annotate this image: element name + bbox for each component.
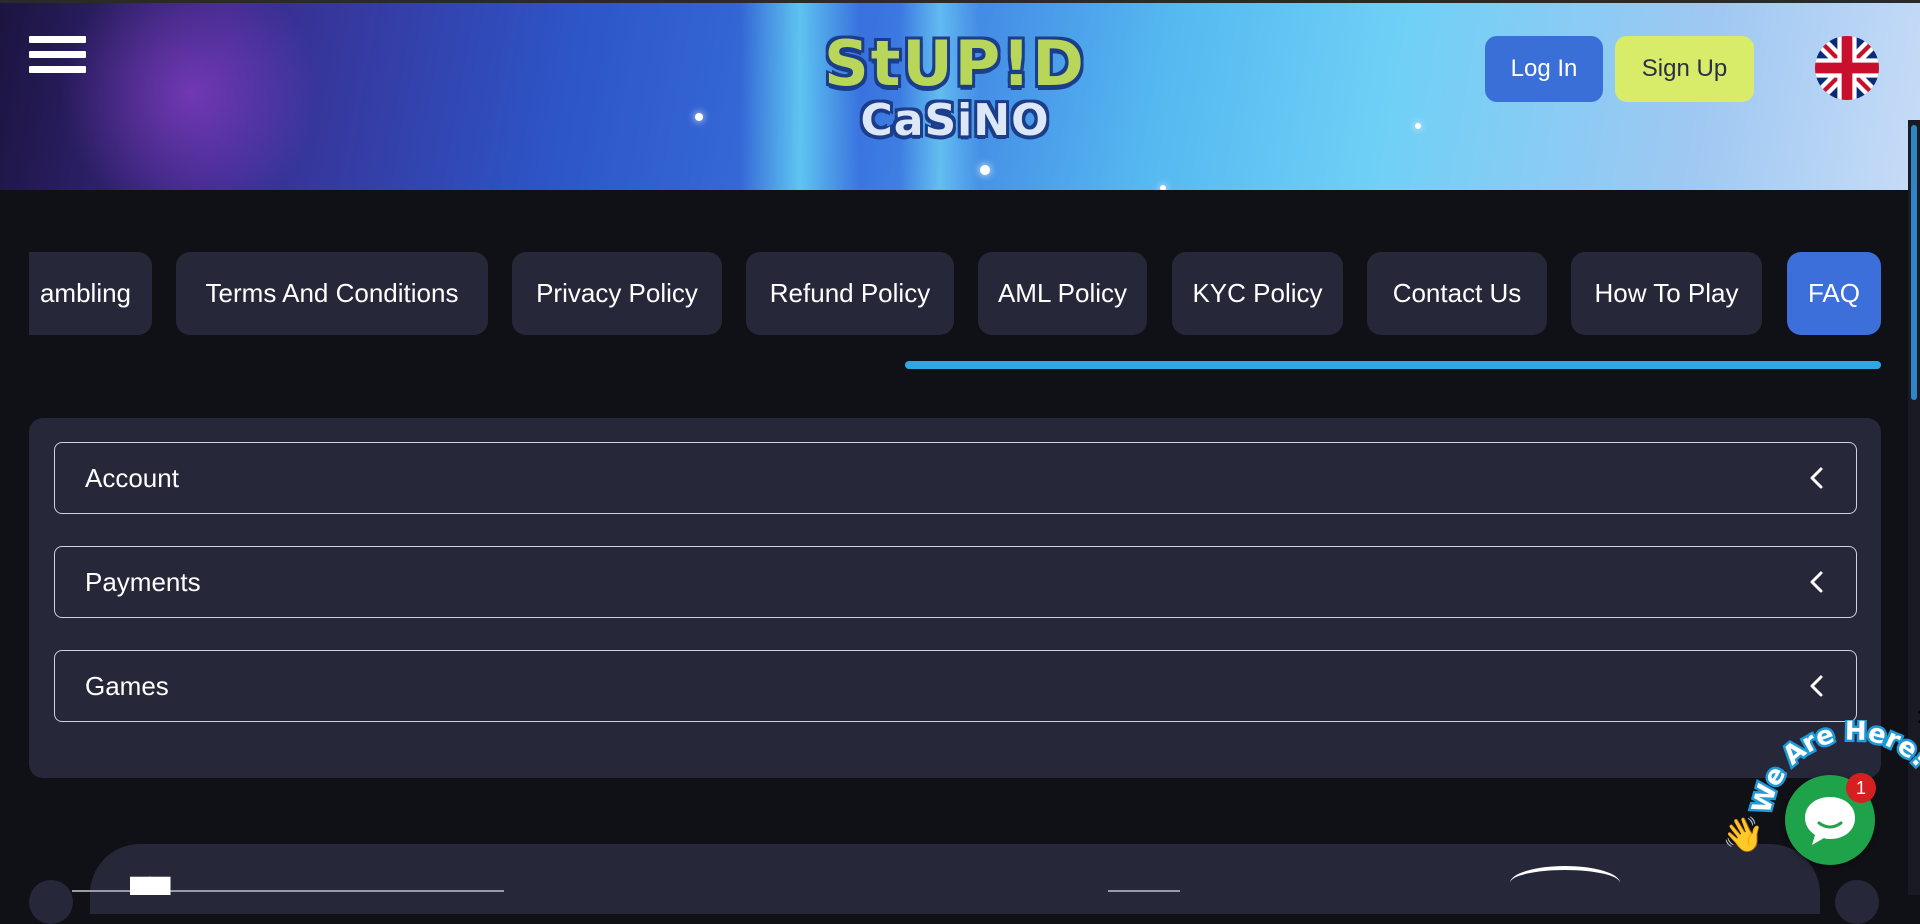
sparkle — [695, 113, 703, 121]
tab-refund-policy[interactable]: Refund Policy — [746, 252, 954, 335]
carousel-divider — [1108, 890, 1180, 892]
tab-label: How To Play — [1594, 278, 1739, 308]
faq-item-payments[interactable]: Payments — [54, 546, 1857, 618]
policy-tabs: ambling Terms And Conditions Privacy Pol… — [29, 252, 1881, 337]
uk-flag-icon[interactable] — [1815, 36, 1879, 100]
tab-terms-and-conditions[interactable]: Terms And Conditions — [176, 252, 488, 335]
tab-responsible-gambling[interactable]: ambling — [29, 252, 152, 335]
faq-item-label: Account — [85, 462, 179, 493]
chevron-left-icon — [1810, 467, 1823, 489]
faq-item-label: Games — [85, 670, 169, 701]
signup-button[interactable]: Sign Up — [1615, 36, 1754, 102]
faq-item-label: Payments — [85, 566, 201, 597]
tab-label: KYC Policy — [1192, 278, 1323, 308]
sparkle — [1160, 185, 1166, 190]
header-glow — [60, 3, 320, 190]
site-header: StUP!D CaSiNO Log In Sign Up — [0, 0, 1920, 190]
sparkle — [1415, 123, 1421, 129]
tab-kyc-policy[interactable]: KYC Policy — [1172, 252, 1343, 335]
chevron-left-icon — [1810, 571, 1823, 593]
tabs-scroll-indicator[interactable] — [905, 361, 1881, 369]
tab-how-to-play[interactable]: How To Play — [1571, 252, 1762, 335]
waving-hand-icon: 👋 — [1722, 816, 1765, 854]
sparkle — [980, 165, 990, 175]
faq-item-account[interactable]: Account — [54, 442, 1857, 514]
chat-unread-badge: 1 — [1846, 773, 1876, 803]
tab-label: Privacy Policy — [536, 278, 698, 308]
carousel-prev-button[interactable] — [29, 880, 73, 924]
logo-line2: CaSiNO — [860, 95, 1050, 146]
site-logo[interactable]: StUP!D CaSiNO — [820, 31, 1090, 157]
scrollbar-thumb[interactable] — [1911, 125, 1917, 400]
faq-item-games[interactable]: Games — [54, 650, 1857, 722]
tab-faq[interactable]: FAQ — [1787, 252, 1881, 335]
tab-privacy-policy[interactable]: Privacy Policy — [512, 252, 722, 335]
tab-label: AML Policy — [997, 278, 1128, 308]
tab-label: Terms And Conditions — [205, 278, 459, 308]
tab-label: FAQ — [1807, 278, 1860, 308]
tab-label: ambling — [39, 278, 132, 308]
chevron-left-icon — [1810, 675, 1823, 697]
tab-aml-policy[interactable]: AML Policy — [978, 252, 1147, 335]
tab-contact-us[interactable]: Contact Us — [1367, 252, 1547, 335]
tab-label: Contact Us — [1392, 278, 1522, 308]
hamburger-menu-icon[interactable] — [29, 36, 86, 78]
faq-panel: Account Payments Games — [29, 418, 1881, 778]
logo-line1: StUP!D — [824, 27, 1086, 100]
login-button[interactable]: Log In — [1485, 36, 1603, 102]
tab-label: Refund Policy — [769, 278, 931, 308]
carousel-next-button[interactable] — [1835, 880, 1879, 924]
partner-logo: ▀▀ — [130, 878, 170, 911]
